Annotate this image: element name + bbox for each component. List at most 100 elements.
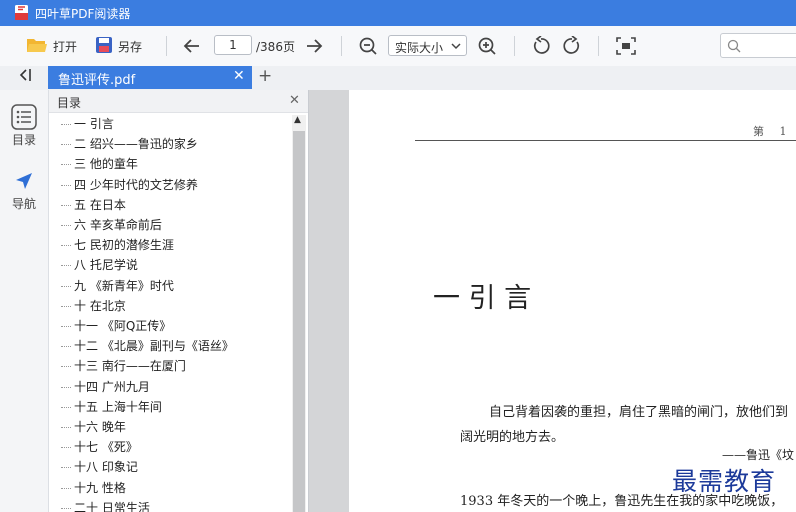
scrollbar-thumb[interactable] [293, 131, 305, 512]
chapter-title: 一 引 言 [433, 283, 532, 314]
tree-connector [61, 124, 71, 125]
toc-item-label: 二十 日常生活 [74, 500, 150, 512]
toc-item[interactable]: 十六 晚年 [61, 418, 126, 438]
search-icon [727, 39, 741, 56]
open-label: 打开 [53, 39, 78, 54]
page-total: /386页 [256, 40, 295, 54]
document-tab-label: 鲁迅评传.pdf [58, 73, 136, 88]
tree-connector [61, 427, 71, 428]
toc-item-label: 五 在日本 [74, 197, 126, 212]
toc-item[interactable]: 一 引言 [61, 115, 114, 135]
close-icon[interactable]: ✕ [233, 68, 245, 84]
toc-item[interactable]: 二十 日常生活 [61, 499, 150, 512]
toc-item[interactable]: 十七 《死》 [61, 438, 138, 458]
toc-rail-button[interactable]: 目录 [0, 104, 48, 148]
tree-connector [61, 184, 71, 186]
toc-item-label: 四 少年时代的文艺修养 [74, 177, 198, 192]
search-input[interactable] [720, 33, 796, 58]
chevron-down-icon [451, 40, 461, 54]
toolbar-divider [166, 36, 167, 56]
tree-connector [61, 144, 71, 146]
page-number-input[interactable] [214, 35, 252, 55]
app-logo-icon [14, 4, 30, 21]
rotate-right-icon[interactable] [562, 35, 582, 59]
toc-rail-label: 目录 [11, 133, 36, 147]
toc-item[interactable]: 十四 广州九月 [61, 378, 150, 398]
toc-item[interactable]: 八 托尼学说 [61, 256, 138, 276]
toc-item[interactable]: 二 绍兴——鲁迅的家乡 [61, 135, 198, 155]
rotate-left-icon[interactable] [531, 35, 551, 59]
toc-item-label: 六 辛亥革命前后 [74, 218, 162, 232]
quote-attribution: ——鲁迅《坟 [722, 448, 795, 462]
toc-item[interactable]: 九 《新青年》时代 [61, 277, 174, 297]
toc-item[interactable]: 六 辛亥革命前后 [61, 216, 162, 236]
toc-item-label: 十五 上海十年间 [74, 399, 162, 414]
tree-connector [61, 245, 71, 247]
toc-item-label: 三 他的童年 [74, 157, 138, 172]
nav-rail-button[interactable]: 导航 [0, 170, 48, 212]
toc-item-label: 二 绍兴——鲁迅的家乡 [74, 137, 198, 152]
toc-item[interactable]: 四 少年时代的文艺修养 [61, 176, 198, 196]
tree-connector [61, 164, 71, 166]
page-header-rule [415, 140, 796, 141]
toc-item[interactable]: 十三 南行——在厦门 [61, 357, 186, 377]
toc-item-label: 七 民初的潜修生涯 [74, 238, 174, 253]
toolbar-divider [341, 36, 342, 56]
toc-title: 目录 [57, 96, 82, 110]
save-as-button[interactable]: 另存 [95, 33, 142, 59]
zoom-value: 实际大小 [395, 41, 444, 55]
tree-connector [61, 285, 71, 287]
toc-item[interactable]: 五 在日本 [61, 196, 126, 216]
toc-scrollbar[interactable]: ▲ [292, 115, 306, 512]
next-page-icon[interactable] [304, 36, 324, 59]
toc-item-label: 九 《新青年》时代 [74, 278, 174, 293]
scroll-up-icon[interactable]: ▲ [294, 115, 301, 125]
toc-item-label: 十三 南行——在厦门 [74, 359, 186, 374]
toolbar-divider [598, 36, 599, 56]
toc-item-label: 一 引言 [74, 117, 114, 131]
document-page: 第 1 一 引 言 自己背着因袭的重担，肩住了黑暗的闸门，放他们到 阔光明的地方… [349, 90, 796, 512]
save-as-label: 另存 [118, 39, 143, 54]
tree-connector [61, 225, 71, 226]
navigation-arrow-icon [13, 173, 35, 195]
toc-item[interactable]: 十 在北京 [61, 297, 126, 317]
toc-header: 目录 ✕ [49, 90, 308, 113]
toc-item[interactable]: 十一 《阿Q正传》 [61, 317, 171, 337]
toc-item-label: 十一 《阿Q正传》 [74, 319, 172, 333]
tree-connector [61, 204, 71, 206]
close-icon[interactable]: ✕ [289, 93, 300, 108]
folder-icon [26, 36, 48, 57]
document-gutter [309, 90, 349, 512]
toc-item[interactable]: 七 民初的潜修生涯 [61, 236, 174, 256]
toc-item-label: 十二 《北晨》副刊与《语丝》 [74, 339, 234, 354]
toc-list: 一 引言二 绍兴——鲁迅的家乡三 他的童年四 少年时代的文艺修养五 在日本六 辛… [49, 114, 289, 512]
tree-connector [61, 326, 71, 327]
tree-connector [61, 467, 71, 469]
body-text-line: 阔光明的地方去。 [460, 430, 565, 445]
toc-item-label: 十七 《死》 [74, 440, 138, 455]
tree-connector [61, 346, 71, 348]
tree-connector [61, 447, 71, 449]
nav-rail-label: 导航 [11, 197, 36, 211]
toc-item[interactable]: 十八 印象记 [61, 458, 138, 478]
collapse-sidebar-icon[interactable] [18, 67, 32, 87]
toc-item[interactable]: 十五 上海十年间 [61, 398, 162, 418]
tree-connector [61, 305, 71, 307]
app-title: 四叶草PDF阅读器 [35, 7, 131, 21]
zoom-select[interactable]: 实际大小 [388, 35, 467, 56]
toc-panel: 目录 ✕ 一 引言二 绍兴——鲁迅的家乡三 他的童年四 少年时代的文艺修养五 在… [49, 90, 309, 512]
toc-item[interactable]: 十二 《北晨》副刊与《语丝》 [61, 337, 234, 357]
toc-item[interactable]: 三 他的童年 [61, 155, 138, 175]
toc-item[interactable]: 十九 性格 [61, 479, 126, 499]
open-button[interactable]: 打开 [26, 33, 77, 59]
watermark-text: 最需教育 [672, 467, 777, 496]
new-tab-icon[interactable]: + [258, 66, 272, 86]
prev-page-icon[interactable] [182, 36, 202, 59]
document-tab[interactable]: 鲁迅评传.pdf ✕ [48, 66, 252, 89]
zoom-in-icon[interactable] [477, 36, 497, 59]
zoom-out-icon[interactable] [358, 36, 378, 59]
tree-connector [61, 507, 71, 509]
fit-page-icon[interactable] [615, 36, 637, 59]
save-icon [95, 36, 113, 57]
page-header: 第 1 [753, 125, 793, 138]
